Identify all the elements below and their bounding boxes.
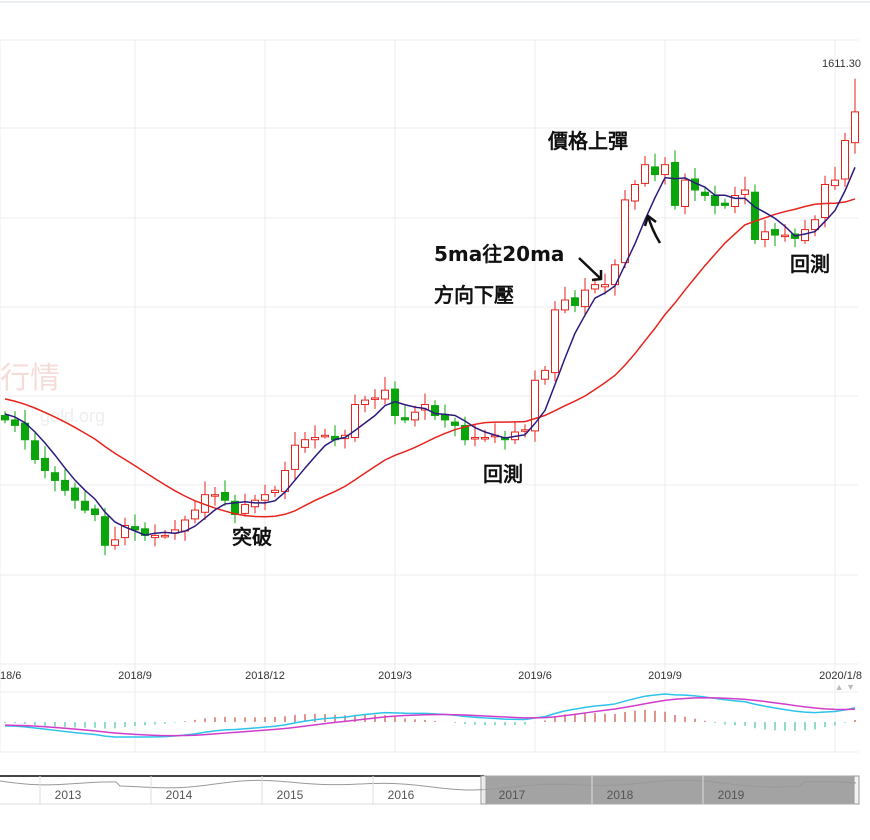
candle-up [361,399,369,406]
x-tick-label: 2019/3 [378,670,412,682]
candle-up [851,111,859,144]
annotation-press-1: 5ma往20ma [434,242,564,266]
candle-up [301,439,309,448]
candle-down [81,500,89,511]
candle-down [71,487,79,501]
annotation-rebound: 價格上彈 [547,129,628,153]
candle-down [41,457,49,471]
candle-up [681,179,689,208]
candle-down [671,162,679,206]
candle-down [751,191,759,240]
candle-down [1,415,9,421]
watermark-url: gold.org [40,406,105,426]
x-tick-label: 2018/9 [118,670,152,682]
x-tick-label: 18/6 [0,670,21,682]
candle-up [321,434,329,438]
candle-down [701,191,709,196]
navigator-handle-right [853,775,860,805]
candle-up [291,444,299,470]
candle-up [561,299,569,311]
candle-up [631,184,639,202]
x-tick-label: 2018/12 [245,670,285,682]
ma20-line [4,198,856,518]
navigator-year-label: 2019 [718,788,745,802]
candle-up [741,189,749,195]
candle-up [841,140,849,180]
candle-down [721,202,729,206]
candle-up [261,494,269,501]
candle-up [761,231,769,241]
last-high-label: 1611.30 [822,58,861,70]
candle-up [241,504,249,514]
candle-down [101,516,109,546]
arrow-up-icon [643,213,662,244]
macd-dif-line [4,693,856,738]
grid [0,39,858,753]
candle-up [271,489,279,493]
candle-up [641,164,649,184]
candle-down [61,479,69,491]
candle-down [711,195,719,206]
candle-up [191,509,199,520]
candle-up [541,369,549,380]
candle-down [91,508,99,515]
candle-up [151,534,159,539]
candle-up [821,184,829,218]
arrow-icon [578,257,603,282]
x-axis: 18/6 2018/9 2018/12 2019/3 2019/6 2019/9 2020/… [0,670,862,682]
candle-down [771,229,779,236]
candle-up [161,534,169,538]
candle-up [551,309,559,374]
candle-up [661,164,669,176]
x-tick-label: 2019/6 [518,670,552,682]
annotation-retest-2: 回測 [790,252,830,276]
navigator-year-label: 2014 [166,788,193,802]
macd-panel [4,693,856,738]
candle-up [831,179,839,187]
navigator-year-label: 2016 [388,788,415,802]
candle-up [471,437,479,440]
macd-dea-line [4,696,856,737]
candle-down [31,440,39,460]
navigator-year-label: 2013 [55,788,82,802]
navigator-year-label: 2017 [499,788,526,802]
candle-up [621,199,629,264]
candle-up [211,494,219,497]
candle-up [781,234,789,238]
annotation-breakout: 突破 [232,525,272,549]
candle-up [581,289,589,308]
candles [1,78,859,556]
candle-up [311,437,319,441]
navigator[interactable]: 2013 2014 2015 2016 2017 2018 2019 [0,775,860,805]
candle-down [571,297,579,306]
candle-up [411,411,419,421]
candle-up [591,284,599,290]
navigator-year-label: 2018 [607,788,634,802]
x-tick-label: 2020/1/8 [819,670,862,682]
chart: 行情 gold.org 1611.30 18/6 2018/9 2018/12 201… [0,1,870,805]
watermark: 行情 [0,361,60,396]
candle-down [221,492,229,501]
ma5-line [4,167,856,536]
candle-down [451,421,459,426]
candle-down [401,417,409,421]
candle-down [51,472,59,481]
x-tick-label: 2019/9 [648,670,682,682]
annotation-press-2: 方向下壓 [434,283,514,307]
candle-down [11,419,19,426]
navigator-year-label: 2015 [277,788,304,802]
candle-up [111,539,119,546]
candle-down [651,166,659,176]
candle-up [371,397,379,400]
annotation-retest-1: 回測 [483,462,523,486]
scroll-arrows-icon[interactable]: ▲ ▼ [835,682,855,692]
candle-up [381,389,389,400]
candle-up [601,284,609,288]
candle-up [481,437,489,440]
